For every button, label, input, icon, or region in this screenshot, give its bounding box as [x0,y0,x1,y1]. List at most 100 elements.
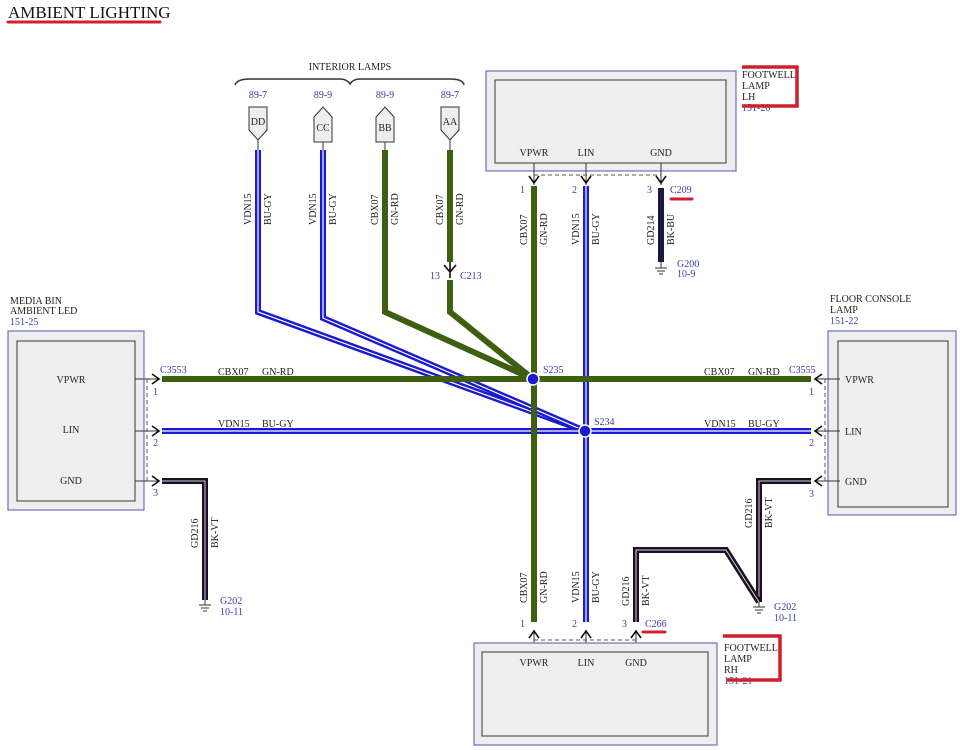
ground-icon [199,600,211,612]
lamp-bb-ref: 89-9 [376,90,394,101]
interior-lamps-brace [234,78,465,86]
rh-connector-id: C266 [645,619,667,630]
c213-id: C213 [460,271,482,282]
wire-bb-circuit: CBX07 [370,194,381,225]
rh-gnd-wire-color: BK-VT [641,575,652,606]
wire-cc[interactable] [320,150,587,434]
fc-pin-gnd-label: GND [845,477,867,488]
ground-icon [753,602,765,614]
fc-name-line1: FLOOR CONSOLE [830,294,911,305]
lh-name-line2: LAMP [742,81,770,92]
rh-pin-gnd-label: GND [625,658,647,669]
interior-lamps-label: INTERIOR LAMPS [309,62,392,73]
splice-s234[interactable] [578,424,592,438]
rh-pin2-num: 2 [572,619,577,630]
rh-lin-wire-color: BU-GY [591,571,602,603]
wire-dd-color: BU-GY [263,193,274,225]
fc-ref: 151-22 [830,316,858,327]
lamp-cc-id: CC [316,123,330,134]
fc-vpwr-wire-circuit: CBX07 [704,367,735,378]
wire-cc-circuit: VDN15 [308,193,319,225]
rh-vpwr-wire-color: GN-RD [539,571,550,603]
splice-s235[interactable] [526,372,540,386]
rh-name-line2: LAMP [724,654,752,665]
lh-vpwr-wire-color: GN-RD [539,213,550,245]
wiring-diagram: AMBIENT LIGHTING INTERIOR LAMPS 89-7 DD … [6,3,957,746]
rh-vpwr-wire-circuit: CBX07 [519,572,530,603]
lamp-aa-id: AA [443,117,458,128]
lh-name-line3: LH [742,92,755,103]
lamp-connector-bb: 89-9 BB [375,90,395,150]
wire-bb[interactable] [382,150,535,382]
fc-pin1-num: 1 [809,387,814,398]
lh-pin1-num: 1 [520,185,525,196]
mb-gnd-wire-color: BK-VT [210,517,221,548]
lh-pin-vpwr-label: VPWR [520,148,549,159]
mb-connector-id: C3553 [160,365,187,376]
fc-vpwr-wire-color: GN-RD [748,367,780,378]
c213-connector-arrow-icon [443,262,457,278]
lamp-cc-ref: 89-9 [314,90,332,101]
mb-ref: 151-25 [10,317,38,328]
mb-vpwr-wire-color: GN-RD [262,367,294,378]
rh-pin1-num: 1 [520,619,525,630]
rh-name-line1: FOOTWELL [724,643,778,654]
wire-gd216-rh[interactable] [633,547,762,622]
g200-ref: 10-9 [677,269,695,280]
fc-pin-vpwr-label: VPWR [845,375,874,386]
mb-ground-ref: 10-11 [220,607,243,618]
mb-ground-id: G202 [220,596,242,607]
fc-pin2-num: 2 [809,438,814,449]
lamp-connector-cc: 89-9 CC [313,90,333,150]
lamp-dd-id: DD [251,117,265,128]
lamp-dd-ref: 89-7 [249,90,267,101]
rh-lin-wire-circuit: VDN15 [571,571,582,603]
lh-lin-wire-circuit: VDN15 [571,213,582,245]
wire-gd214-circuit: GD214 [646,216,657,245]
mb-pin-lin-label: LIN [63,425,80,436]
mb-name-line2: AMBIENT LED [10,306,77,317]
mb-lin-wire-color: BU-GY [262,419,294,430]
lh-pin-gnd-label: GND [650,148,672,159]
fc-connector-id: C3555 [789,365,816,376]
lh-name-line1: FOOTWELL [742,70,796,81]
mb-pin-vpwr-label: VPWR [57,375,86,386]
wire-cc-color: BU-GY [328,193,339,225]
c213-pin: 13 [430,271,440,282]
fc-gnd-wire-color: BK-VT [764,497,775,528]
rh-name-line3: RH [724,665,738,676]
lh-pin3-num: 3 [647,185,652,196]
lh-pin-lin-label: LIN [578,148,595,159]
fc-lin-wire-circuit: VDN15 [704,419,736,430]
wire-aa-circuit: CBX07 [435,194,446,225]
rh-pin-lin-label: LIN [578,658,595,669]
fc-lin-wire-color: BU-GY [748,419,780,430]
lh-lin-wire-color: BU-GY [591,213,602,245]
page-title: AMBIENT LIGHTING [8,3,171,22]
lamp-connector-dd: 89-7 DD [248,90,268,150]
wire-dd-circuit: VDN15 [243,193,254,225]
fc-pin-lin-label: LIN [845,427,862,438]
wire-bb-color: GN-RD [390,193,401,225]
lamp-aa-ref: 89-7 [441,90,459,101]
mb-pin3-num: 3 [153,488,158,499]
lh-vpwr-wire-circuit: CBX07 [519,214,530,245]
mb-pin2-num: 2 [153,438,158,449]
fc-pin3-num: 3 [809,489,814,500]
mb-vpwr-wire-circuit: CBX07 [218,367,249,378]
ground-icon [655,262,667,275]
lamp-bb-id: BB [378,123,392,134]
lh-pin2-num: 2 [572,185,577,196]
lh-connector-id: C209 [670,185,692,196]
wire-aa-lower[interactable] [447,280,535,382]
fc-gnd-wire-circuit: GD216 [744,499,755,528]
footwell-lamp-rh-module[interactable] [473,642,718,746]
splice-s235-label: S235 [543,365,564,376]
rh-gnd-wire-circuit: GD216 [621,577,632,606]
fc-ground-id: G202 [774,602,796,613]
wire-gd214-color: BK-BU [666,213,677,245]
fc-name-line2: LAMP [830,305,858,316]
mb-gnd-wire-circuit: GD216 [190,519,201,548]
splice-s234-label: S234 [594,417,615,428]
fc-ground-ref: 10-11 [774,613,797,624]
